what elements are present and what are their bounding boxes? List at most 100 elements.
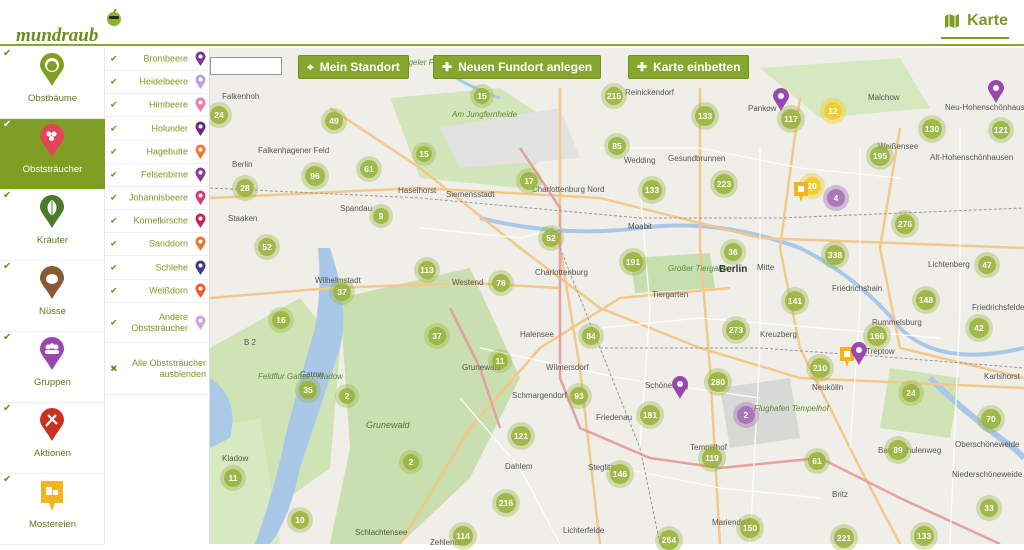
map-cluster[interactable]: 338: [825, 245, 845, 265]
map-cluster[interactable]: 84: [582, 327, 600, 345]
category-obststraeucher[interactable]: ✔ Obststräucher: [0, 119, 105, 190]
map-cluster[interactable]: 119: [702, 448, 722, 468]
map-cluster[interactable]: 150: [740, 518, 760, 538]
map-cluster[interactable]: 61: [360, 160, 378, 178]
subcategory-item[interactable]: ✔ Sanddorn: [105, 233, 210, 256]
hide-all-button[interactable]: ✖ Alle Obststräucher ausblenden: [105, 343, 210, 395]
my-location-button[interactable]: ⌖ Mein Standort: [298, 55, 409, 79]
map-cluster[interactable]: 61: [808, 452, 826, 470]
subcategory-item[interactable]: ✔ Felsenbirne: [105, 164, 210, 187]
map-cluster[interactable]: 276: [895, 214, 915, 234]
subcategory-item[interactable]: ✔ Kornelkirsche: [105, 210, 210, 233]
map-cluster[interactable]: 96: [305, 166, 325, 186]
map-cluster[interactable]: 85: [608, 137, 626, 155]
group-pin-icon[interactable]: [850, 342, 868, 366]
category-gruppen[interactable]: ✔ Gruppen: [0, 332, 105, 403]
subcategory-item[interactable]: ✔ Andere Obststräucher: [105, 303, 210, 343]
map-cluster[interactable]: 146: [610, 464, 630, 484]
subcategory-item[interactable]: ✔ Heidelbeere: [105, 71, 210, 94]
search-input[interactable]: [210, 57, 282, 75]
map-cluster[interactable]: 264: [659, 530, 679, 550]
subcategory-panel: ✔ Brombeere ✔ Heidelbeere ✔ Himbeere ✔ Holunder…: [105, 48, 210, 544]
group-pin-icon[interactable]: [772, 88, 790, 112]
map-cluster[interactable]: 121: [511, 426, 531, 446]
map-cluster[interactable]: 47: [978, 256, 996, 274]
map-cluster[interactable]: 130: [922, 119, 942, 139]
subcategory-item[interactable]: ✔ Schlehe: [105, 256, 210, 280]
map-cluster[interactable]: 148: [916, 290, 936, 310]
map-cluster[interactable]: 2: [339, 388, 355, 404]
map-cluster[interactable]: 16: [272, 311, 290, 329]
logo[interactable]: mundraub: [16, 25, 98, 47]
map-cluster[interactable]: 35: [299, 381, 317, 399]
category-obstbaeume[interactable]: ✔ Obstbäume: [0, 48, 105, 119]
category-mostereien[interactable]: ✔ Mostereien: [0, 474, 105, 545]
map-cluster[interactable]: 4: [827, 189, 845, 207]
map-cluster[interactable]: 216: [496, 493, 516, 513]
map-cluster[interactable]: 37: [333, 283, 351, 301]
new-location-button[interactable]: ✚ Neuen Fundort anlegen: [433, 55, 602, 79]
map-label: Friedenau: [596, 413, 633, 422]
map-cluster[interactable]: 215: [605, 87, 623, 105]
map-cluster[interactable]: 49: [325, 112, 343, 130]
map-cluster[interactable]: 70: [981, 409, 1001, 429]
map-label: Reinickendorf: [625, 88, 674, 97]
map-cluster[interactable]: 133: [695, 106, 715, 126]
map-cluster[interactable]: 28: [236, 179, 254, 197]
subcategory-item[interactable]: ✔ Himbeere: [105, 94, 210, 117]
map-cluster[interactable]: 114: [453, 526, 473, 546]
map-cluster[interactable]: 210: [810, 358, 830, 378]
map-cluster[interactable]: 36: [724, 243, 742, 261]
map-cluster[interactable]: 42: [969, 318, 989, 338]
map-cluster[interactable]: 93: [570, 387, 588, 405]
map-cluster[interactable]: 181: [640, 405, 660, 425]
map-cluster[interactable]: 141: [785, 291, 805, 311]
map-cluster[interactable]: 11: [224, 469, 242, 487]
map-cluster[interactable]: 11: [492, 353, 508, 369]
map-cluster[interactable]: 191: [623, 252, 643, 272]
subcategory-label: Weißdorn: [149, 285, 188, 296]
map-cluster[interactable]: 24: [902, 384, 920, 402]
map-cluster[interactable]: 195: [870, 146, 890, 166]
map-cluster[interactable]: 121: [992, 121, 1010, 139]
map-cluster[interactable]: 2: [403, 454, 419, 470]
map-cluster[interactable]: 52: [258, 238, 276, 256]
nav-karte-link[interactable]: Karte: [944, 12, 1008, 30]
check-icon: ✔: [110, 99, 118, 110]
map-cluster[interactable]: 221: [834, 528, 854, 548]
map-cluster[interactable]: 89: [888, 440, 908, 460]
map-cluster[interactable]: 15: [474, 88, 490, 104]
map-cluster[interactable]: 113: [418, 261, 436, 279]
map-cluster[interactable]: 273: [726, 320, 746, 340]
map-cluster[interactable]: 223: [714, 174, 734, 194]
category-nuesse[interactable]: ✔ Nüsse: [0, 261, 105, 332]
category-kraeuter[interactable]: ✔ Kräuter: [0, 190, 105, 261]
press-pin-icon[interactable]: [792, 180, 810, 204]
map-cluster[interactable]: 280: [708, 372, 728, 392]
subcategory-item[interactable]: ✔ Weißdorn: [105, 280, 210, 303]
map-cluster[interactable]: 10: [291, 511, 309, 529]
map-cluster[interactable]: 166: [867, 326, 887, 346]
map-cluster[interactable]: 133: [642, 180, 662, 200]
subcategory-item[interactable]: ✔ Hagebutte: [105, 141, 210, 164]
subcategory-item[interactable]: ✔ Johannisbeere: [105, 187, 210, 210]
map-cluster[interactable]: 117: [781, 109, 801, 129]
category-aktionen[interactable]: ✔ Aktionen: [0, 403, 105, 474]
subcategory-item[interactable]: ✔ Holunder: [105, 117, 210, 141]
map-cluster[interactable]: 17: [520, 172, 538, 190]
group-pin-icon[interactable]: [671, 376, 689, 400]
map-label: B 2: [244, 338, 257, 347]
map-cluster[interactable]: 24: [210, 106, 228, 124]
map-cluster[interactable]: 33: [980, 499, 998, 517]
map-cluster[interactable]: 2: [737, 406, 755, 424]
embed-map-button[interactable]: ✚ Karte einbetten: [628, 55, 750, 79]
map-cluster[interactable]: 15: [416, 146, 432, 162]
map-cluster[interactable]: 9: [373, 208, 389, 224]
map-cluster[interactable]: 52: [542, 229, 560, 247]
map-cluster[interactable]: 133: [914, 526, 934, 546]
map-cluster[interactable]: 76: [492, 274, 510, 292]
map-cluster[interactable]: 12: [824, 102, 842, 120]
subcategory-item[interactable]: ✔ Brombeere: [105, 48, 210, 71]
group-pin-icon[interactable]: [987, 80, 1005, 104]
map-cluster[interactable]: 37: [428, 327, 446, 345]
